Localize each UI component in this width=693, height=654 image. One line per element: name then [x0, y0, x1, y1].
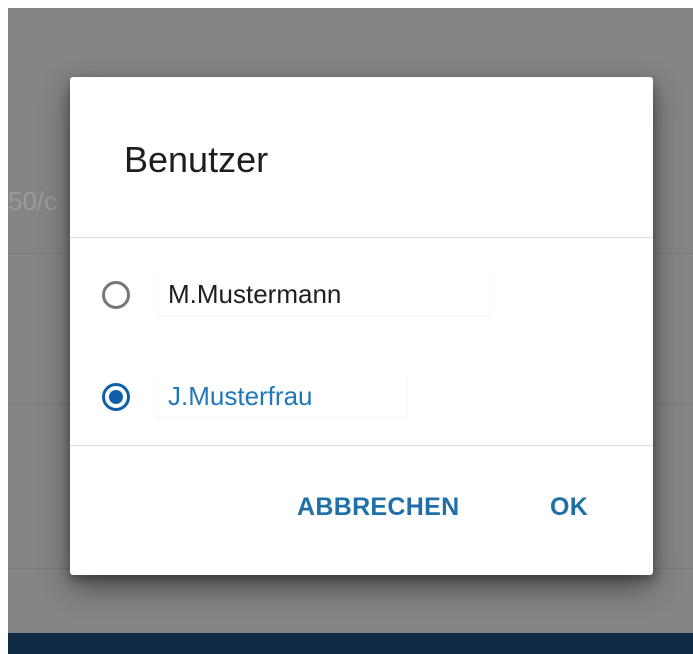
option-m-mustermann[interactable]: M.Mustermann — [98, 265, 498, 323]
background-partial-text: 50/c — [8, 186, 58, 216]
option-label[interactable]: M.Mustermann — [156, 271, 492, 315]
dialog-bottom-divider — [70, 445, 653, 446]
cancel-button[interactable]: ABBRECHEN — [297, 493, 459, 522]
dialog-top-divider — [70, 237, 653, 238]
user-selection-dialog: Benutzer M.Mustermann J.Musterfrau ABBRE… — [70, 77, 653, 575]
radio-unchecked-icon[interactable] — [102, 281, 130, 309]
radio-dot — [109, 390, 123, 404]
option-label[interactable]: J.Musterfrau — [156, 373, 406, 417]
option-j-musterfrau[interactable]: J.Musterfrau — [98, 367, 498, 425]
ok-button[interactable]: OK — [550, 493, 588, 522]
bottom-bar — [8, 633, 693, 654]
dialog-title: Benutzer — [124, 139, 269, 180]
radio-checked-icon[interactable] — [102, 383, 130, 411]
